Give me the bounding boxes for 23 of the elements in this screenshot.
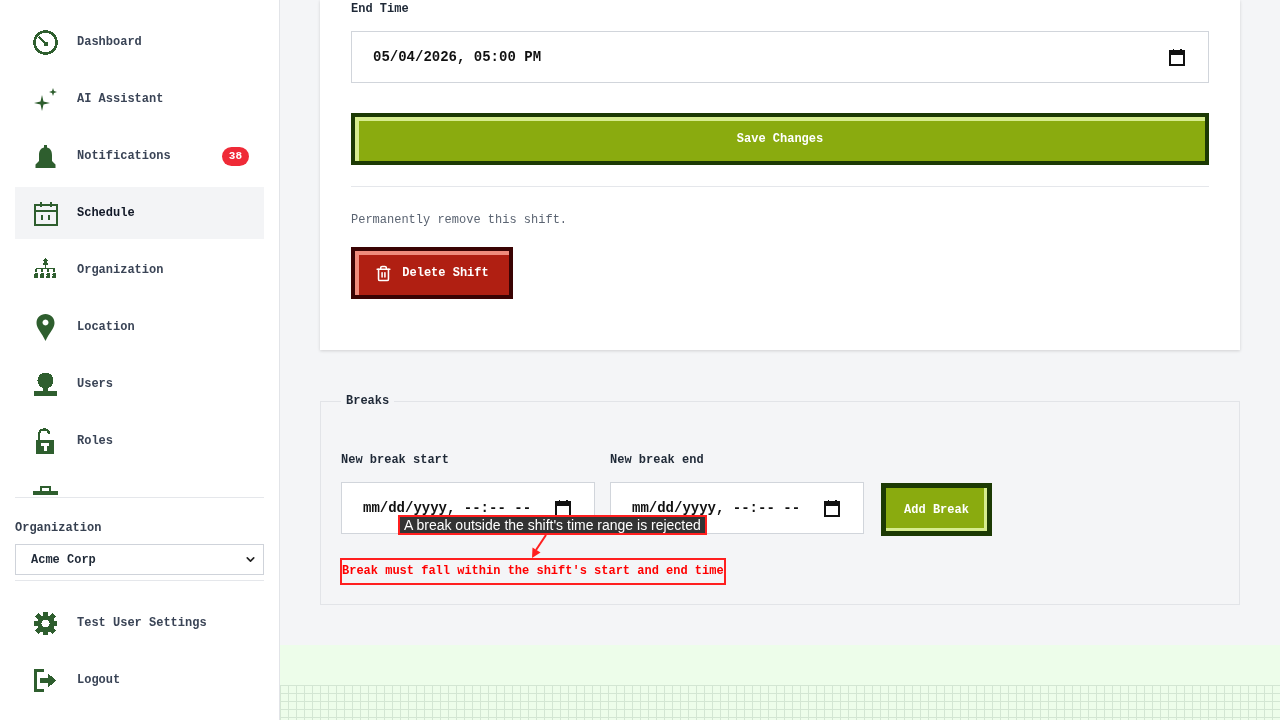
field-label: New break end <box>610 453 704 467</box>
calendar-icon[interactable] <box>1169 48 1185 66</box>
callout-label: A break outside the shift's time range is rejected <box>398 515 707 535</box>
count-badge: 38 <box>221 146 249 166</box>
field-label: New break start <box>341 453 450 467</box>
error-message: Break must fall within the shift's start and end time <box>342 564 724 579</box>
calendar-icon[interactable] <box>824 499 840 517</box>
section-title: Breaks <box>345 393 391 409</box>
trash-icon <box>375 264 393 282</box>
calendar-icon <box>33 200 58 226</box>
gauge-icon <box>33 29 58 55</box>
user-icon <box>33 371 58 397</box>
delete-button[interactable]: Delete Shift <box>351 247 513 299</box>
date-time-field[interactable]: 05/04/2026, 05:00 PM <box>351 31 1209 83</box>
field-label: Organization <box>15 521 102 535</box>
settings-icon <box>33 610 58 636</box>
bell-icon <box>33 143 58 169</box>
logout-icon <box>33 667 58 693</box>
sparkle-icon <box>33 86 58 112</box>
nav-item[interactable]: Schedule <box>15 187 264 239</box>
helper-text: Permanently remove this shift. <box>351 213 568 227</box>
field-label: End Time <box>351 2 409 16</box>
organization-select[interactable]: Acme Corp <box>15 544 264 575</box>
